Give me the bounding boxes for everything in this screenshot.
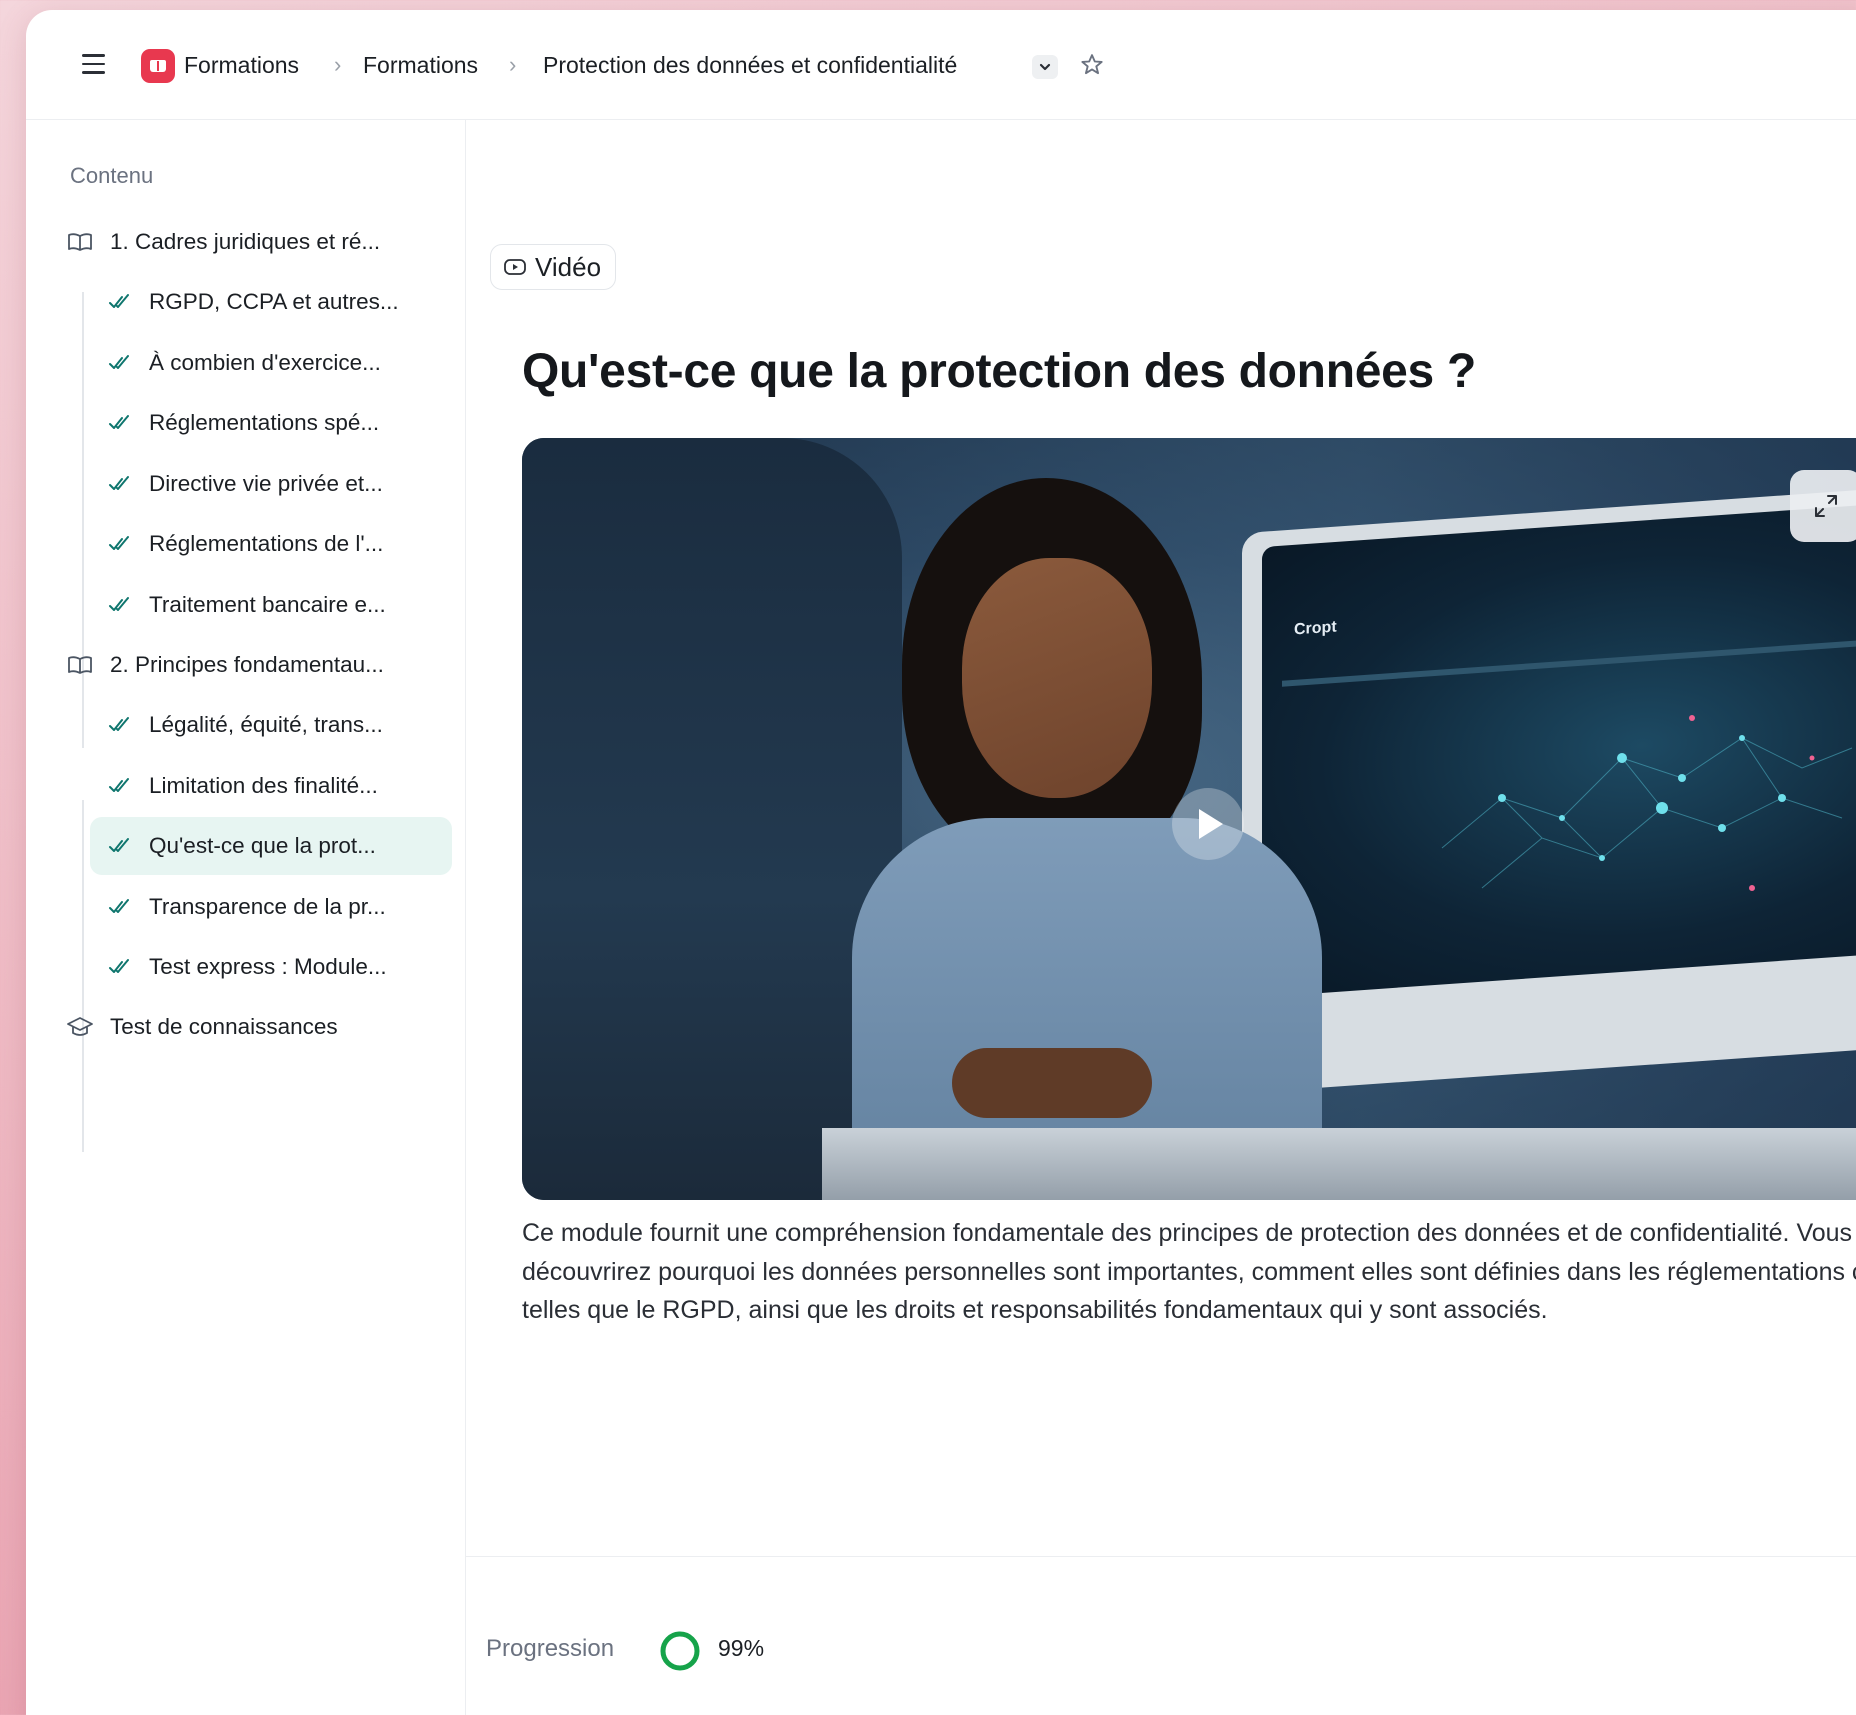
toc-knowledge-test-label: Test de connaissances — [110, 1014, 338, 1039]
double-check-icon — [107, 470, 135, 498]
toc-item-limitation-finalites[interactable]: Limitation des finalité... — [90, 757, 452, 815]
toc-item-legalite-equite[interactable]: Légalité, équité, trans... — [90, 696, 452, 754]
breadcrumb-app[interactable]: Formations — [184, 10, 299, 120]
book-open-icon — [66, 228, 94, 256]
progress-label: Progression — [486, 1635, 615, 1662]
lesson-type-badge: Vidéo — [490, 244, 617, 290]
expand-icon[interactable] — [1790, 470, 1856, 542]
toc-item-label: Traitement bancaire e... — [149, 592, 386, 617]
toc-item-test-express[interactable]: Test express : Module... — [90, 938, 452, 996]
double-check-icon — [107, 893, 135, 921]
toc-section-1[interactable]: 1. Cadres juridiques et ré... — [66, 216, 380, 268]
video-icon — [503, 257, 527, 277]
toc-section-2[interactable]: 2. Principes fondamentau... — [66, 639, 384, 691]
toc-section-label: 2. Principes fondamentau... — [110, 652, 384, 677]
progress-value: 99% — [718, 1635, 765, 1661]
double-check-icon — [107, 530, 135, 558]
double-check-icon — [107, 772, 135, 800]
toc-item-reglementations-spe[interactable]: Réglementations spé... — [90, 394, 452, 452]
toc-item-combien-exercice[interactable]: À combien d'exercice... — [90, 334, 452, 392]
toc-item-label: RGPD, CCPA et autres... — [149, 289, 399, 314]
video-player[interactable]: Cropt — [522, 438, 1856, 1200]
star-icon[interactable] — [1078, 51, 1106, 84]
toc-item-label: À combien d'exercice... — [149, 350, 381, 375]
lesson-title: Qu'est-ce que la protection des données … — [522, 345, 1476, 398]
video-hands — [952, 1048, 1152, 1118]
lesson-footer: Progression 99% — [466, 1556, 1856, 1715]
toc-knowledge-test[interactable]: Test de connaissances — [66, 1001, 338, 1053]
toc-item-reglementations-de-l[interactable]: Réglementations de l'... — [90, 515, 452, 573]
app-window: Formations › Formations › Protection des… — [26, 10, 1856, 1715]
toc-item-current-lesson[interactable]: Qu'est-ce que la prot... — [90, 817, 452, 875]
toc-section-label: 1. Cadres juridiques et ré... — [110, 229, 381, 254]
toc-item-label: Directive vie privée et... — [149, 471, 383, 496]
book-open-icon — [66, 651, 94, 679]
double-check-icon — [107, 409, 135, 437]
lesson-description: Ce module fournit une compréhension fond… — [522, 1219, 1856, 1324]
video-network-graphic — [1441, 715, 1853, 891]
double-check-icon — [107, 711, 135, 739]
double-check-icon — [107, 953, 135, 981]
toc-item-label: Transparence de la pr... — [149, 894, 386, 919]
toc-item-label: Limitation des finalité... — [149, 773, 378, 798]
toc-item-label: Qu'est-ce que la prot... — [149, 833, 376, 858]
toc-item-transparence[interactable]: Transparence de la pr... — [90, 878, 452, 936]
toc-item-label: Test express : Module... — [149, 954, 387, 979]
hamburger-menu-icon[interactable] — [82, 54, 110, 78]
toc-item-directive-vie-privee[interactable]: Directive vie privée et... — [90, 455, 452, 513]
course-sidebar: Contenu 1. Cadres juridiques et ré... RG… — [26, 120, 466, 1715]
breadcrumb-formations[interactable]: Formations — [363, 10, 478, 120]
video-screen-label: Cropt — [1294, 618, 1337, 639]
double-check-icon — [107, 288, 135, 316]
sidebar-title: Contenu — [70, 163, 154, 188]
play-icon[interactable] — [1172, 788, 1244, 860]
double-check-icon — [107, 349, 135, 377]
toc-item-label: Réglementations spé... — [149, 410, 380, 435]
chevron-down-icon[interactable] — [1032, 55, 1058, 79]
progress-ring — [660, 1631, 700, 1671]
double-check-icon — [107, 832, 135, 860]
top-bar: Formations › Formations › Protection des… — [26, 10, 1856, 120]
video-woman-face — [962, 558, 1152, 798]
toc-item-rgpd-ccpa[interactable]: RGPD, CCPA et autres... — [90, 273, 452, 331]
toc-item-traitement-bancaire[interactable]: Traitement bancaire e... — [90, 576, 452, 634]
lesson-content: Vidéo Qu'est-ce que la protection des do… — [466, 120, 1856, 1715]
toc-item-label: Légalité, équité, trans... — [149, 712, 383, 737]
chevron-right-icon: › — [509, 52, 517, 77]
video-desk — [822, 1128, 1856, 1200]
toc-item-label: Réglementations de l'... — [149, 531, 384, 556]
chevron-right-icon: › — [334, 52, 342, 77]
video-person-back — [522, 438, 902, 1200]
lesson-type-label: Vidéo — [535, 251, 602, 282]
breadcrumb-current-course[interactable]: Protection des données et confidentialit… — [543, 10, 957, 120]
double-check-icon — [107, 591, 135, 619]
tree-line — [82, 800, 84, 1152]
graduation-cap-icon — [66, 1013, 94, 1041]
book-icon[interactable] — [141, 49, 175, 83]
